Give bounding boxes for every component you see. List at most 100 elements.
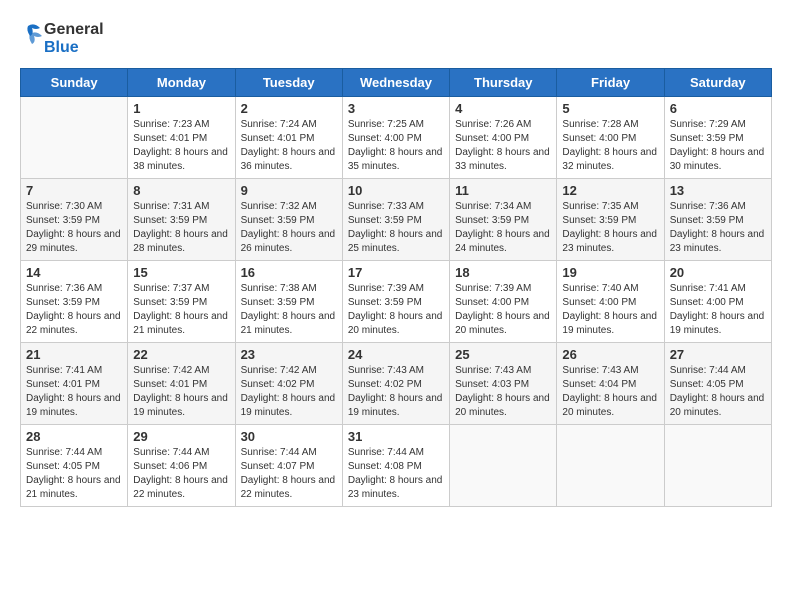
day-number: 14 bbox=[26, 265, 122, 280]
calendar-week-row: 7 Sunrise: 7:30 AM Sunset: 3:59 PM Dayli… bbox=[21, 179, 772, 261]
calendar-cell: 14 Sunrise: 7:36 AM Sunset: 3:59 PM Dayl… bbox=[21, 261, 128, 343]
sunrise-text: Sunrise: 7:41 AM bbox=[670, 283, 746, 294]
sunset-text: Sunset: 4:00 PM bbox=[562, 133, 636, 144]
sunset-text: Sunset: 3:59 PM bbox=[241, 215, 315, 226]
day-number: 12 bbox=[562, 183, 658, 198]
calendar-header-row: SundayMondayTuesdayWednesdayThursdayFrid… bbox=[21, 69, 772, 97]
day-info: Sunrise: 7:31 AM Sunset: 3:59 PM Dayligh… bbox=[133, 200, 229, 256]
daylight-text: Daylight: 8 hours and 23 minutes. bbox=[670, 229, 765, 254]
sunrise-text: Sunrise: 7:43 AM bbox=[562, 365, 638, 376]
sunrise-text: Sunrise: 7:42 AM bbox=[241, 365, 317, 376]
day-number: 28 bbox=[26, 429, 122, 444]
sunset-text: Sunset: 3:59 PM bbox=[348, 297, 422, 308]
sunrise-text: Sunrise: 7:40 AM bbox=[562, 283, 638, 294]
day-number: 26 bbox=[562, 347, 658, 362]
sunset-text: Sunset: 3:59 PM bbox=[455, 215, 529, 226]
daylight-text: Daylight: 8 hours and 23 minutes. bbox=[562, 229, 657, 254]
day-info: Sunrise: 7:40 AM Sunset: 4:00 PM Dayligh… bbox=[562, 282, 658, 338]
sunrise-text: Sunrise: 7:44 AM bbox=[133, 447, 209, 458]
sunrise-text: Sunrise: 7:25 AM bbox=[348, 119, 424, 130]
daylight-text: Daylight: 8 hours and 26 minutes. bbox=[241, 229, 336, 254]
sunset-text: Sunset: 4:07 PM bbox=[241, 461, 315, 472]
sunset-text: Sunset: 3:59 PM bbox=[133, 215, 207, 226]
sunset-text: Sunset: 4:00 PM bbox=[348, 133, 422, 144]
day-info: Sunrise: 7:33 AM Sunset: 3:59 PM Dayligh… bbox=[348, 200, 444, 256]
calendar-cell bbox=[557, 425, 664, 507]
day-number: 9 bbox=[241, 183, 337, 198]
sunset-text: Sunset: 3:59 PM bbox=[26, 297, 100, 308]
sunrise-text: Sunrise: 7:36 AM bbox=[670, 201, 746, 212]
calendar-cell: 4 Sunrise: 7:26 AM Sunset: 4:00 PM Dayli… bbox=[450, 97, 557, 179]
day-number: 6 bbox=[670, 101, 766, 116]
day-number: 18 bbox=[455, 265, 551, 280]
calendar-day-header: Thursday bbox=[450, 69, 557, 97]
sunset-text: Sunset: 3:59 PM bbox=[670, 215, 744, 226]
calendar-cell: 1 Sunrise: 7:23 AM Sunset: 4:01 PM Dayli… bbox=[128, 97, 235, 179]
day-info: Sunrise: 7:29 AM Sunset: 3:59 PM Dayligh… bbox=[670, 118, 766, 174]
day-number: 8 bbox=[133, 183, 229, 198]
day-info: Sunrise: 7:43 AM Sunset: 4:04 PM Dayligh… bbox=[562, 364, 658, 420]
day-number: 2 bbox=[241, 101, 337, 116]
day-number: 7 bbox=[26, 183, 122, 198]
daylight-text: Daylight: 8 hours and 21 minutes. bbox=[133, 311, 228, 336]
day-number: 19 bbox=[562, 265, 658, 280]
day-info: Sunrise: 7:42 AM Sunset: 4:01 PM Dayligh… bbox=[133, 364, 229, 420]
day-number: 4 bbox=[455, 101, 551, 116]
calendar-week-row: 21 Sunrise: 7:41 AM Sunset: 4:01 PM Dayl… bbox=[21, 343, 772, 425]
calendar-cell bbox=[450, 425, 557, 507]
sunset-text: Sunset: 3:59 PM bbox=[562, 215, 636, 226]
calendar-table: SundayMondayTuesdayWednesdayThursdayFrid… bbox=[20, 68, 772, 507]
daylight-text: Daylight: 8 hours and 19 minutes. bbox=[670, 311, 765, 336]
sunrise-text: Sunrise: 7:43 AM bbox=[455, 365, 531, 376]
sunset-text: Sunset: 4:04 PM bbox=[562, 379, 636, 390]
logo-container: General Blue bbox=[20, 20, 104, 58]
sunset-text: Sunset: 4:01 PM bbox=[26, 379, 100, 390]
calendar-cell: 24 Sunrise: 7:43 AM Sunset: 4:02 PM Dayl… bbox=[342, 343, 449, 425]
daylight-text: Daylight: 8 hours and 23 minutes. bbox=[348, 475, 443, 500]
day-number: 10 bbox=[348, 183, 444, 198]
daylight-text: Daylight: 8 hours and 32 minutes. bbox=[562, 147, 657, 172]
calendar-cell: 9 Sunrise: 7:32 AM Sunset: 3:59 PM Dayli… bbox=[235, 179, 342, 261]
daylight-text: Daylight: 8 hours and 22 minutes. bbox=[241, 475, 336, 500]
sunrise-text: Sunrise: 7:41 AM bbox=[26, 365, 102, 376]
day-info: Sunrise: 7:36 AM Sunset: 3:59 PM Dayligh… bbox=[670, 200, 766, 256]
calendar-cell: 25 Sunrise: 7:43 AM Sunset: 4:03 PM Dayl… bbox=[450, 343, 557, 425]
calendar-cell bbox=[21, 97, 128, 179]
calendar-cell: 21 Sunrise: 7:41 AM Sunset: 4:01 PM Dayl… bbox=[21, 343, 128, 425]
day-info: Sunrise: 7:41 AM Sunset: 4:00 PM Dayligh… bbox=[670, 282, 766, 338]
daylight-text: Daylight: 8 hours and 22 minutes. bbox=[133, 475, 228, 500]
calendar-cell: 30 Sunrise: 7:44 AM Sunset: 4:07 PM Dayl… bbox=[235, 425, 342, 507]
daylight-text: Daylight: 8 hours and 21 minutes. bbox=[241, 311, 336, 336]
day-info: Sunrise: 7:39 AM Sunset: 4:00 PM Dayligh… bbox=[455, 282, 551, 338]
day-number: 21 bbox=[26, 347, 122, 362]
day-number: 3 bbox=[348, 101, 444, 116]
sunrise-text: Sunrise: 7:44 AM bbox=[348, 447, 424, 458]
daylight-text: Daylight: 8 hours and 19 minutes. bbox=[133, 393, 228, 418]
daylight-text: Daylight: 8 hours and 24 minutes. bbox=[455, 229, 550, 254]
day-number: 25 bbox=[455, 347, 551, 362]
sunrise-text: Sunrise: 7:35 AM bbox=[562, 201, 638, 212]
day-number: 29 bbox=[133, 429, 229, 444]
sunset-text: Sunset: 3:59 PM bbox=[670, 133, 744, 144]
calendar-day-header: Tuesday bbox=[235, 69, 342, 97]
day-info: Sunrise: 7:44 AM Sunset: 4:07 PM Dayligh… bbox=[241, 446, 337, 502]
day-number: 23 bbox=[241, 347, 337, 362]
calendar-cell: 15 Sunrise: 7:37 AM Sunset: 3:59 PM Dayl… bbox=[128, 261, 235, 343]
sunset-text: Sunset: 4:00 PM bbox=[670, 297, 744, 308]
day-number: 17 bbox=[348, 265, 444, 280]
daylight-text: Daylight: 8 hours and 20 minutes. bbox=[562, 393, 657, 418]
sunset-text: Sunset: 4:00 PM bbox=[562, 297, 636, 308]
sunrise-text: Sunrise: 7:33 AM bbox=[348, 201, 424, 212]
day-info: Sunrise: 7:42 AM Sunset: 4:02 PM Dayligh… bbox=[241, 364, 337, 420]
sunrise-text: Sunrise: 7:30 AM bbox=[26, 201, 102, 212]
daylight-text: Daylight: 8 hours and 28 minutes. bbox=[133, 229, 228, 254]
day-info: Sunrise: 7:43 AM Sunset: 4:03 PM Dayligh… bbox=[455, 364, 551, 420]
day-number: 5 bbox=[562, 101, 658, 116]
logo-text: General Blue bbox=[44, 21, 104, 56]
calendar-cell: 17 Sunrise: 7:39 AM Sunset: 3:59 PM Dayl… bbox=[342, 261, 449, 343]
calendar-cell: 27 Sunrise: 7:44 AM Sunset: 4:05 PM Dayl… bbox=[664, 343, 771, 425]
day-info: Sunrise: 7:44 AM Sunset: 4:05 PM Dayligh… bbox=[26, 446, 122, 502]
daylight-text: Daylight: 8 hours and 38 minutes. bbox=[133, 147, 228, 172]
sunrise-text: Sunrise: 7:37 AM bbox=[133, 283, 209, 294]
daylight-text: Daylight: 8 hours and 33 minutes. bbox=[455, 147, 550, 172]
